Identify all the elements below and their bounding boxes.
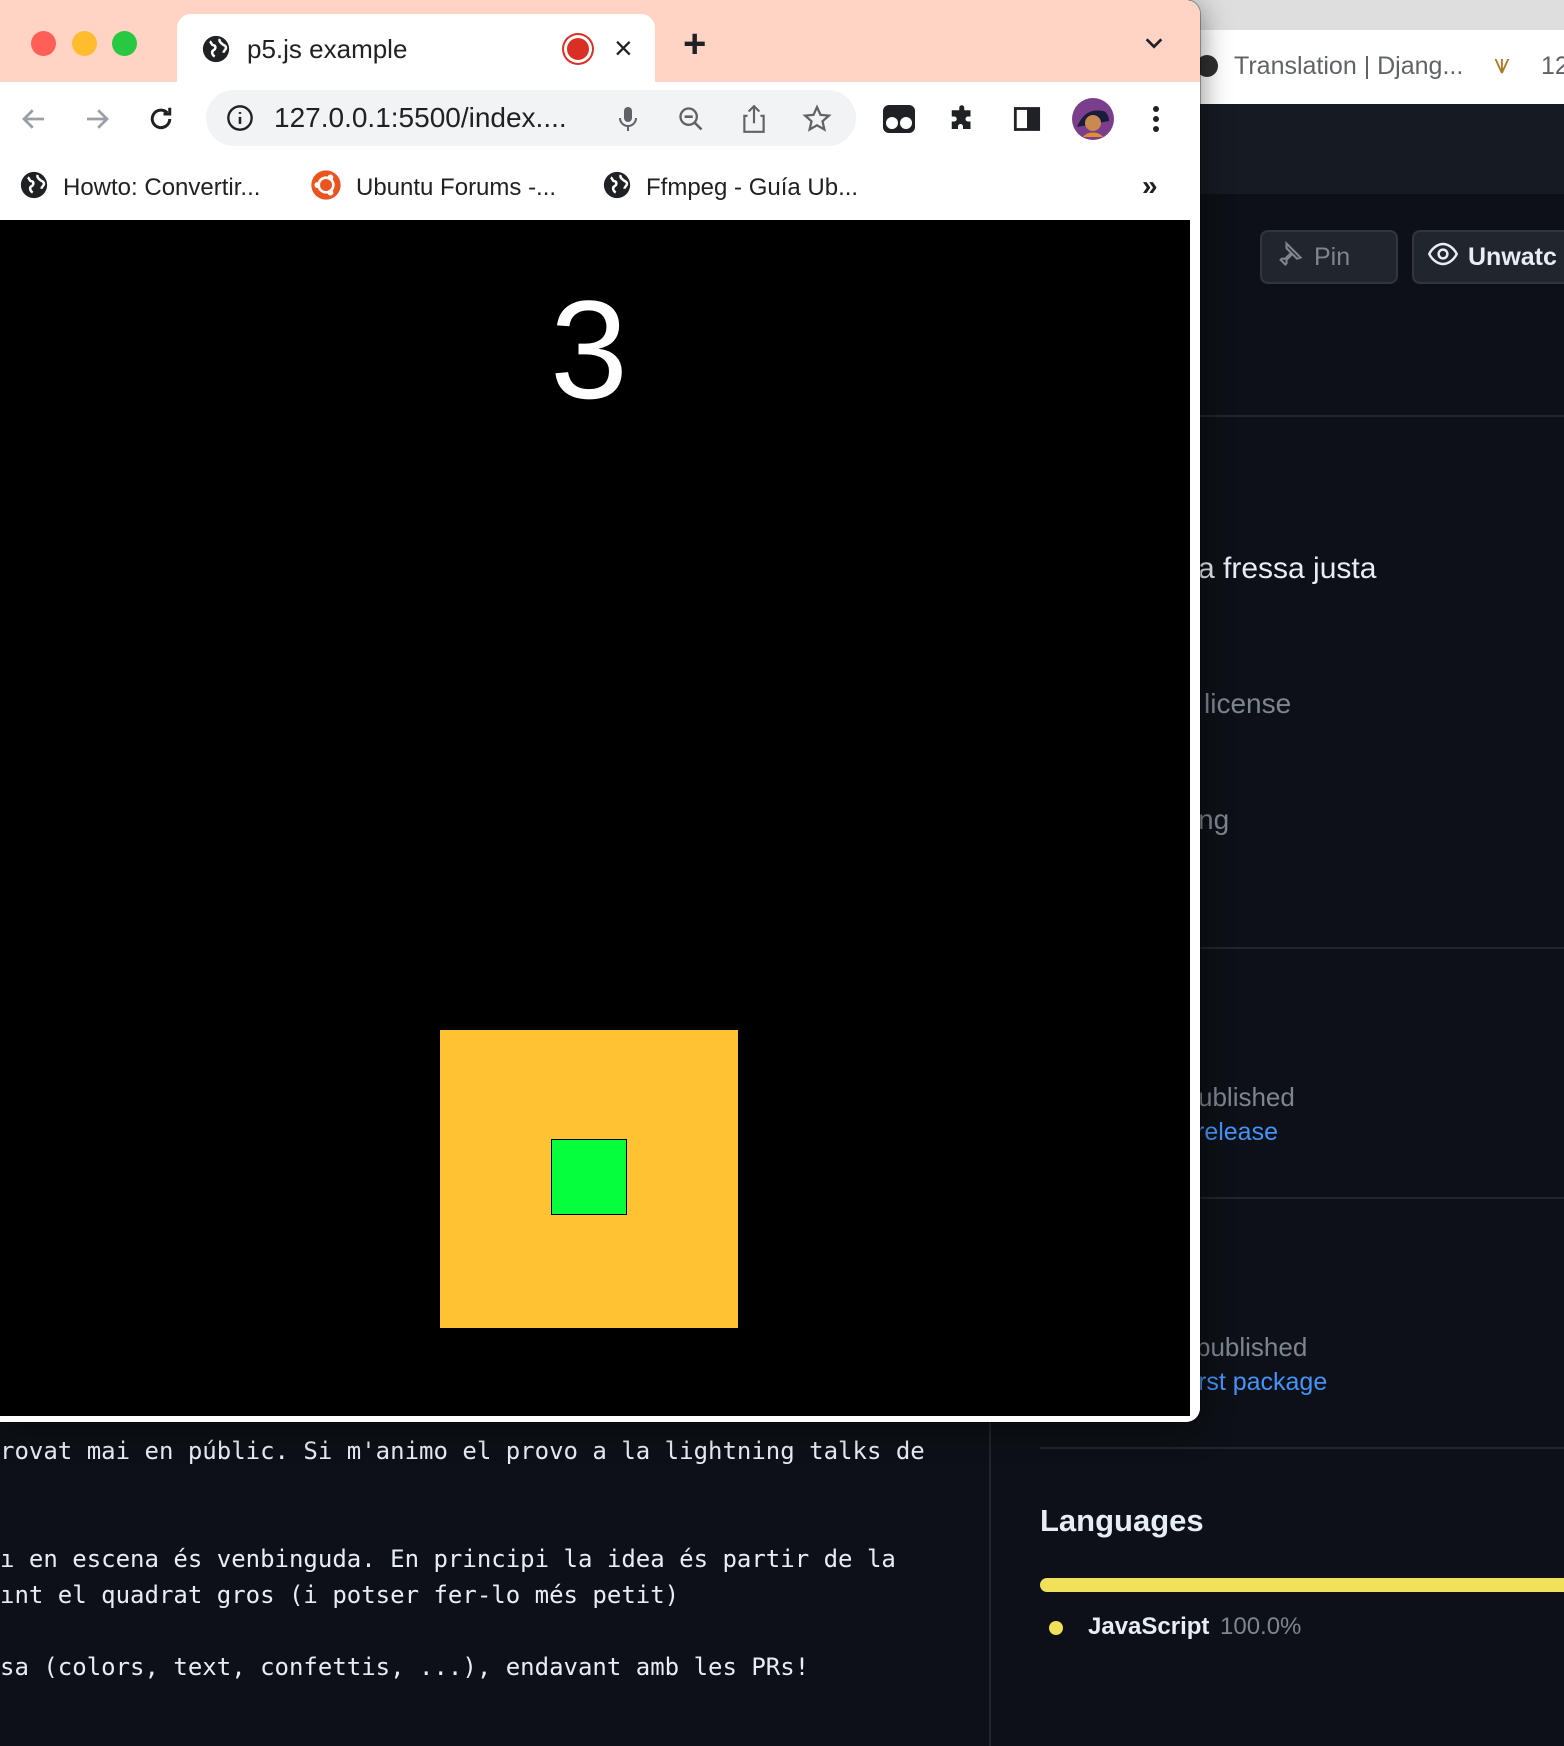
recording-icon <box>567 38 589 60</box>
tab-title: p5.js example <box>247 34 408 64</box>
browser-toolbar: 127.0.0.1:5500/index.... <box>0 82 1200 156</box>
globe-icon <box>19 170 49 207</box>
bookmark-item[interactable]: Howto: Convertir... <box>19 168 260 208</box>
package-link[interactable]: rst package <box>1198 1368 1327 1397</box>
packages-text: published <box>1196 1332 1308 1362</box>
p5-canvas[interactable]: 3 <box>0 220 1190 1416</box>
bookmark-label: Howto: Convertir... <box>63 174 261 201</box>
window-maximize-button[interactable] <box>112 31 137 56</box>
bookmark-item[interactable]: Ubuntu Forums -... <box>310 168 556 208</box>
languages-bar <box>1040 1578 1564 1592</box>
ubuntu-icon <box>310 169 342 208</box>
about-description: a fressa justa <box>1198 552 1377 585</box>
language-color-dot <box>1049 1621 1063 1635</box>
site-info-icon[interactable] <box>226 104 254 137</box>
ladder-icon: ⩛ <box>1494 48 1510 79</box>
language-percent: 100.0% <box>1220 1613 1302 1640</box>
unwatch-label: Unwatc <box>1468 242 1557 271</box>
side-panel-icon[interactable] <box>1008 100 1046 138</box>
url-text[interactable]: 127.0.0.1:5500/index.... <box>274 102 567 134</box>
zoom-out-icon[interactable] <box>674 102 708 136</box>
release-link[interactable]: release <box>1196 1118 1278 1147</box>
unwatch-button[interactable]: Unwatc <box>1412 230 1564 284</box>
tab-p5js-example[interactable]: p5.js example × <box>177 14 655 82</box>
language-name[interactable]: JavaScript <box>1088 1613 1209 1641</box>
eye-icon <box>1427 239 1459 276</box>
readme-line: ı en escena és venbinguda. En principi l… <box>0 1545 896 1573</box>
share-icon[interactable] <box>737 102 771 136</box>
background-tab-title: Translation | Djang... <box>1234 52 1464 80</box>
new-tab-button[interactable]: + <box>683 24 706 64</box>
readme-sidebar-separator <box>989 1422 991 1746</box>
globe-icon <box>602 170 632 207</box>
bookmark-item[interactable]: Ffmpeg - Guía Ub... <box>602 168 858 208</box>
bookmark-label: Ubuntu Forums -... <box>356 174 557 201</box>
pin-label: Pin <box>1314 242 1351 271</box>
github-header <box>1190 104 1564 194</box>
tab-close-icon[interactable]: × <box>614 28 633 68</box>
tampermonkey-icon[interactable] <box>880 100 918 138</box>
forward-arrow-icon[interactable] <box>78 100 116 138</box>
background-tab[interactable]: Translation | Djang... ⩛ 12 <box>1190 30 1564 104</box>
readme-line: ınt el quadrat gros (i potser fer-lo més… <box>0 1581 680 1609</box>
readme-line: rovat mai en públic. Si m'animo el provo… <box>0 1437 925 1465</box>
readme-line: sa (colors, text, confettis, ...), endav… <box>0 1653 810 1681</box>
window-close-button[interactable] <box>31 31 56 56</box>
profile-avatar[interactable] <box>1070 96 1116 142</box>
address-bar[interactable]: 127.0.0.1:5500/index.... <box>206 90 856 146</box>
bookmark-star-icon[interactable] <box>800 102 834 136</box>
releases-text: ublished <box>1198 1082 1295 1112</box>
sidebar-divider <box>1040 1447 1564 1449</box>
sidebar-divider <box>1190 1197 1564 1199</box>
about-meta-item[interactable]: ng <box>1198 804 1229 836</box>
background-tab2-title: 12 <box>1541 52 1564 80</box>
tab-bar: p5.js example × + <box>0 0 1200 82</box>
page-viewport: 3 <box>0 220 1200 1422</box>
sidebar-divider <box>1190 947 1564 949</box>
chevron-down-icon[interactable] <box>1143 32 1165 59</box>
bookmarks-bar: Howto: Convertir... Ubuntu Forums -... F… <box>0 156 1200 221</box>
reload-icon[interactable] <box>142 100 180 138</box>
small-square[interactable] <box>551 1139 627 1215</box>
microphone-icon[interactable] <box>611 102 645 136</box>
pin-icon <box>1276 240 1304 275</box>
kebab-menu-icon[interactable] <box>1137 100 1175 138</box>
globe-icon <box>201 34 231 69</box>
languages-heading: Languages <box>1040 1503 1204 1538</box>
back-arrow-icon[interactable] <box>15 100 53 138</box>
sidebar-divider <box>1190 415 1564 417</box>
countdown-number: 3 <box>550 271 628 428</box>
bookmarks-overflow-button[interactable]: » <box>1142 170 1158 202</box>
bookmark-label: Ffmpeg - Guía Ub... <box>646 174 859 201</box>
window-minimize-button[interactable] <box>72 31 97 56</box>
chrome-window: p5.js example × + 127.0.0.1:5500/index..… <box>0 0 1200 1422</box>
pin-button[interactable]: Pin <box>1260 230 1398 284</box>
extensions-puzzle-icon[interactable] <box>944 100 982 138</box>
license-link[interactable]: license <box>1204 688 1291 720</box>
